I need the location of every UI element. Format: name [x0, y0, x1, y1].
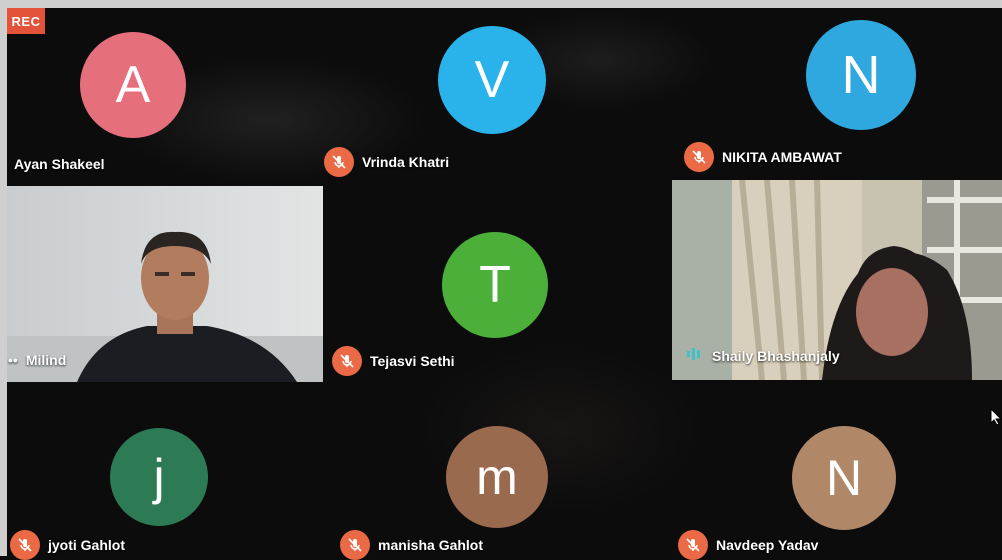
avatar: j	[110, 428, 208, 526]
speaking-icon	[686, 346, 704, 365]
mic-muted-icon	[324, 147, 354, 177]
participant-name: Tejasvi Sethi	[370, 353, 455, 369]
avatar: m	[446, 426, 548, 528]
mouse-pointer-icon	[990, 407, 1002, 431]
participant-name: manisha Gahlot	[378, 537, 484, 553]
more-options-icon[interactable]: ••	[8, 352, 18, 368]
participant-name: jyoti Gahlot	[48, 537, 125, 553]
participant-name: Vrinda Khatri	[362, 154, 450, 170]
recording-badge: REC	[7, 8, 45, 34]
avatar: N	[806, 20, 916, 130]
participant-name: Milind	[25, 352, 67, 368]
avatar: T	[442, 232, 548, 338]
participant-name: Shaily Bhashanjaly	[712, 347, 840, 364]
avatar: A	[80, 32, 186, 138]
participant-name: NIKITA AMBAWAT	[722, 149, 842, 165]
avatar: N	[792, 426, 896, 530]
participant-name: Navdeep Yadav	[716, 537, 819, 553]
mic-muted-icon	[684, 142, 714, 172]
mic-muted-icon	[332, 346, 362, 376]
participant-name: Ayan Shakeel	[14, 156, 105, 172]
avatar: V	[438, 26, 546, 134]
